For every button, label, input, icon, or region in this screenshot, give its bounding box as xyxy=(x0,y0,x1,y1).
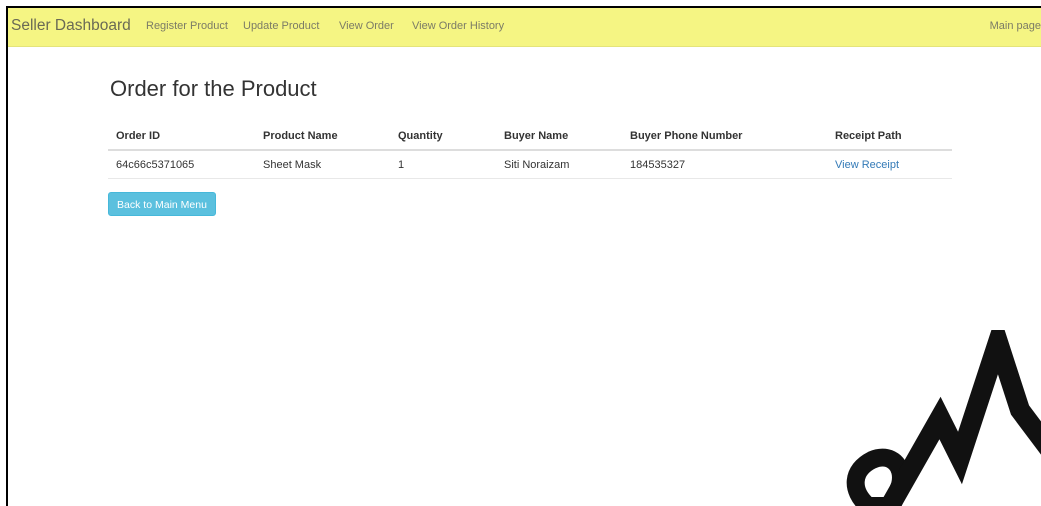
cell-buyer-phone: 184535327 xyxy=(622,150,827,179)
column-header-quantity: Quantity xyxy=(390,123,496,151)
cell-order-id: 64c66c5371065 xyxy=(108,150,255,179)
view-receipt-link[interactable]: View Receipt xyxy=(835,159,899,171)
orders-table: Order ID Product Name Quantity Buyer Nam… xyxy=(108,123,952,179)
navbar: Seller Dashboard Register Product Update… xyxy=(8,8,1041,47)
watermark-m-stroke xyxy=(881,330,1041,506)
column-header-order-id: Order ID xyxy=(108,123,255,151)
frame-border-left xyxy=(6,6,8,506)
nav-link-view-order[interactable]: View Order xyxy=(339,20,394,32)
column-header-receipt-path: Receipt Path xyxy=(827,123,952,151)
cell-product-name: Sheet Mask xyxy=(255,150,390,179)
nav-link-update-product[interactable]: Update Product xyxy=(243,20,319,32)
column-header-buyer-name: Buyer Name xyxy=(496,123,622,151)
app-window: Seller Dashboard Register Product Update… xyxy=(0,0,1041,506)
column-header-product-name: Product Name xyxy=(255,123,390,151)
cell-receipt-path: View Receipt xyxy=(827,150,952,179)
watermark-logo xyxy=(846,330,1041,506)
back-to-main-menu-button[interactable]: Back to Main Menu xyxy=(108,192,216,216)
table-row: 64c66c5371065 Sheet Mask 1 Siti Noraizam… xyxy=(108,150,952,179)
page-title: Order for the Product xyxy=(110,76,317,101)
column-header-buyer-phone: Buyer Phone Number xyxy=(622,123,827,151)
nav-link-main-page[interactable]: Main page xyxy=(990,20,1041,32)
navbar-brand[interactable]: Seller Dashboard xyxy=(11,17,131,35)
cell-quantity: 1 xyxy=(390,150,496,179)
nav-link-register-product[interactable]: Register Product xyxy=(146,20,228,32)
nav-link-view-order-history[interactable]: View Order History xyxy=(412,20,504,32)
cell-buyer-name: Siti Noraizam xyxy=(496,150,622,179)
table-header-row: Order ID Product Name Quantity Buyer Nam… xyxy=(108,123,952,151)
